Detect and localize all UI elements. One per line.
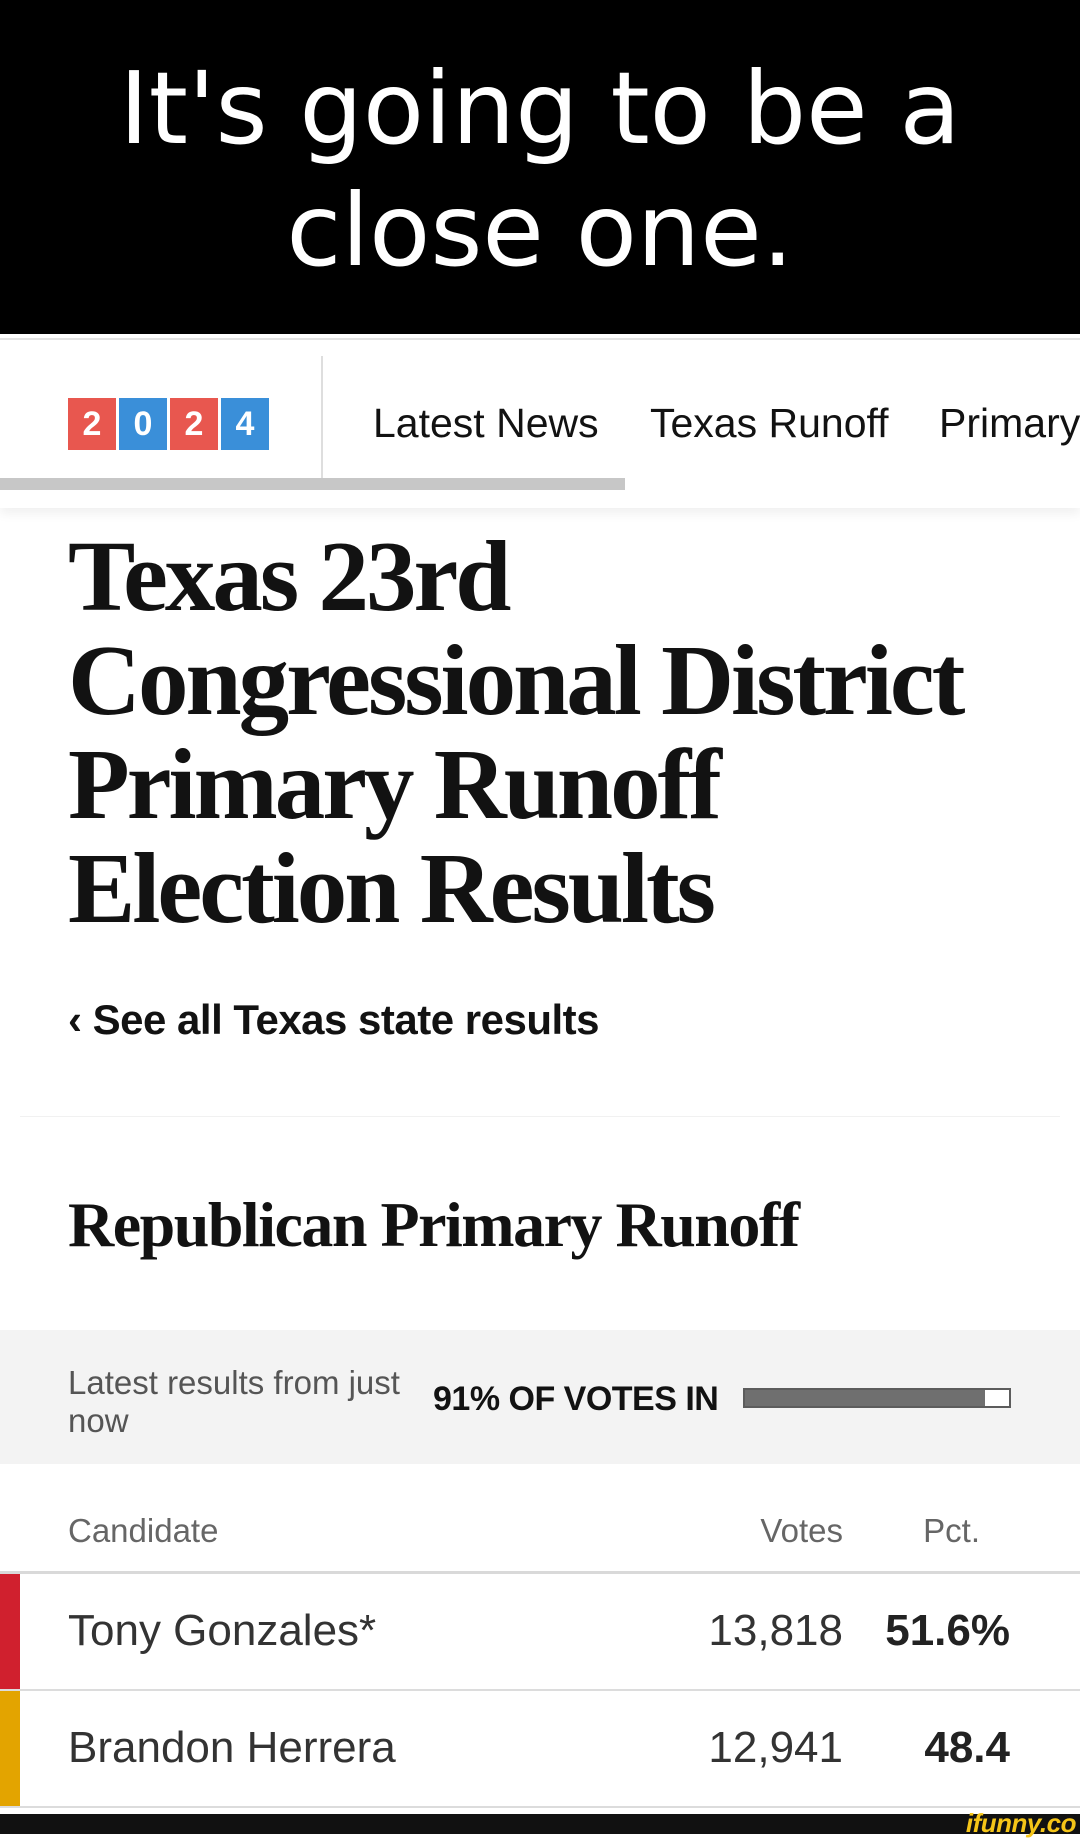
watermark-strip [0,1814,1080,1834]
meme-caption-banner: It's going to be a close one. [0,0,1080,334]
party-color-bar [0,1691,20,1808]
logo-digit: 4 [221,398,269,450]
page-title: Texas 23rd Congressional District Primar… [68,520,965,944]
candidate-name: Tony Gonzales* [68,1606,377,1655]
candidate-pct: 48.4 [924,1723,1010,1772]
column-header-votes: Votes [760,1512,843,1549]
nav-scroll-indicator [0,478,625,490]
race-title: Republican Primary Runoff [68,1189,800,1260]
election-2024-logo[interactable]: 2 0 2 4 [68,398,269,450]
see-all-texas-results-link[interactable]: ‹ See all Texas state results [68,996,600,1044]
nav-item-texas-runoff[interactable]: Texas Runoff [650,400,889,447]
ifunny-watermark: ifunny.co [965,1808,1077,1838]
section-divider [20,1116,1060,1117]
column-header-pct: Pct. [923,1512,980,1549]
candidate-votes: 13,818 [708,1606,843,1655]
table-row: Brandon Herrera 12,941 48.4 [0,1691,1080,1808]
logo-digit: 2 [170,398,218,450]
nav-divider [321,356,323,490]
logo-digit: 0 [119,398,167,450]
votes-reporting-progress-bar [743,1388,1011,1408]
votes-reporting-label: 91% OF VOTES IN [433,1380,719,1418]
last-updated-text: Latest results from just now [68,1364,400,1439]
meme-caption-text: It's going to be a close one. [119,50,961,289]
candidate-name: Brandon Herrera [68,1723,396,1772]
logo-digit: 2 [68,398,116,450]
row-divider [0,1806,1080,1808]
progress-fill [745,1390,986,1406]
party-color-bar [0,1574,20,1691]
candidate-pct: 51.6% [885,1606,1010,1655]
nav-item-primary[interactable]: Primary [939,400,1080,447]
column-header-candidate: Candidate [68,1512,219,1549]
top-navigation: 2 0 2 4 Latest News Texas Runoff Primary [0,338,1080,508]
candidate-votes: 12,941 [708,1723,843,1772]
results-status-bar: Latest results from just now 91% OF VOTE… [0,1330,1080,1464]
table-row: Tony Gonzales* 13,818 51.6% [0,1574,1080,1691]
nav-item-latest-news[interactable]: Latest News [373,400,599,447]
